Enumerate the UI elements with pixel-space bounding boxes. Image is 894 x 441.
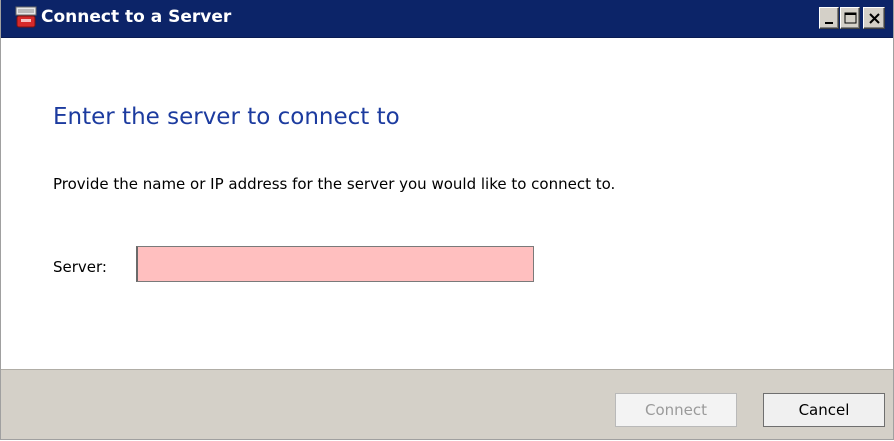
page-title: Enter the server to connect to xyxy=(53,104,400,130)
close-icon xyxy=(869,13,880,24)
server-label: Server: xyxy=(53,258,107,276)
window-title: Connect to a Server xyxy=(41,7,232,27)
instructions-text: Provide the name or IP address for the s… xyxy=(53,175,616,193)
minimize-icon xyxy=(825,22,833,24)
minimize-button[interactable] xyxy=(819,7,839,29)
title-bar[interactable]: Connect to a Server xyxy=(1,0,893,38)
dialog-content: Enter the server to connect to Provide t… xyxy=(1,38,893,368)
connect-dialog: Connect to a Server Enter the server to … xyxy=(0,0,894,440)
cancel-button[interactable]: Cancel xyxy=(763,393,885,427)
close-button[interactable] xyxy=(863,7,885,29)
connect-button[interactable]: Connect xyxy=(615,393,737,427)
button-bar: Connect Cancel xyxy=(1,369,893,439)
server-connect-icon xyxy=(15,6,37,28)
server-input[interactable] xyxy=(136,246,534,282)
maximize-button[interactable] xyxy=(840,7,860,29)
maximize-icon xyxy=(844,12,857,24)
